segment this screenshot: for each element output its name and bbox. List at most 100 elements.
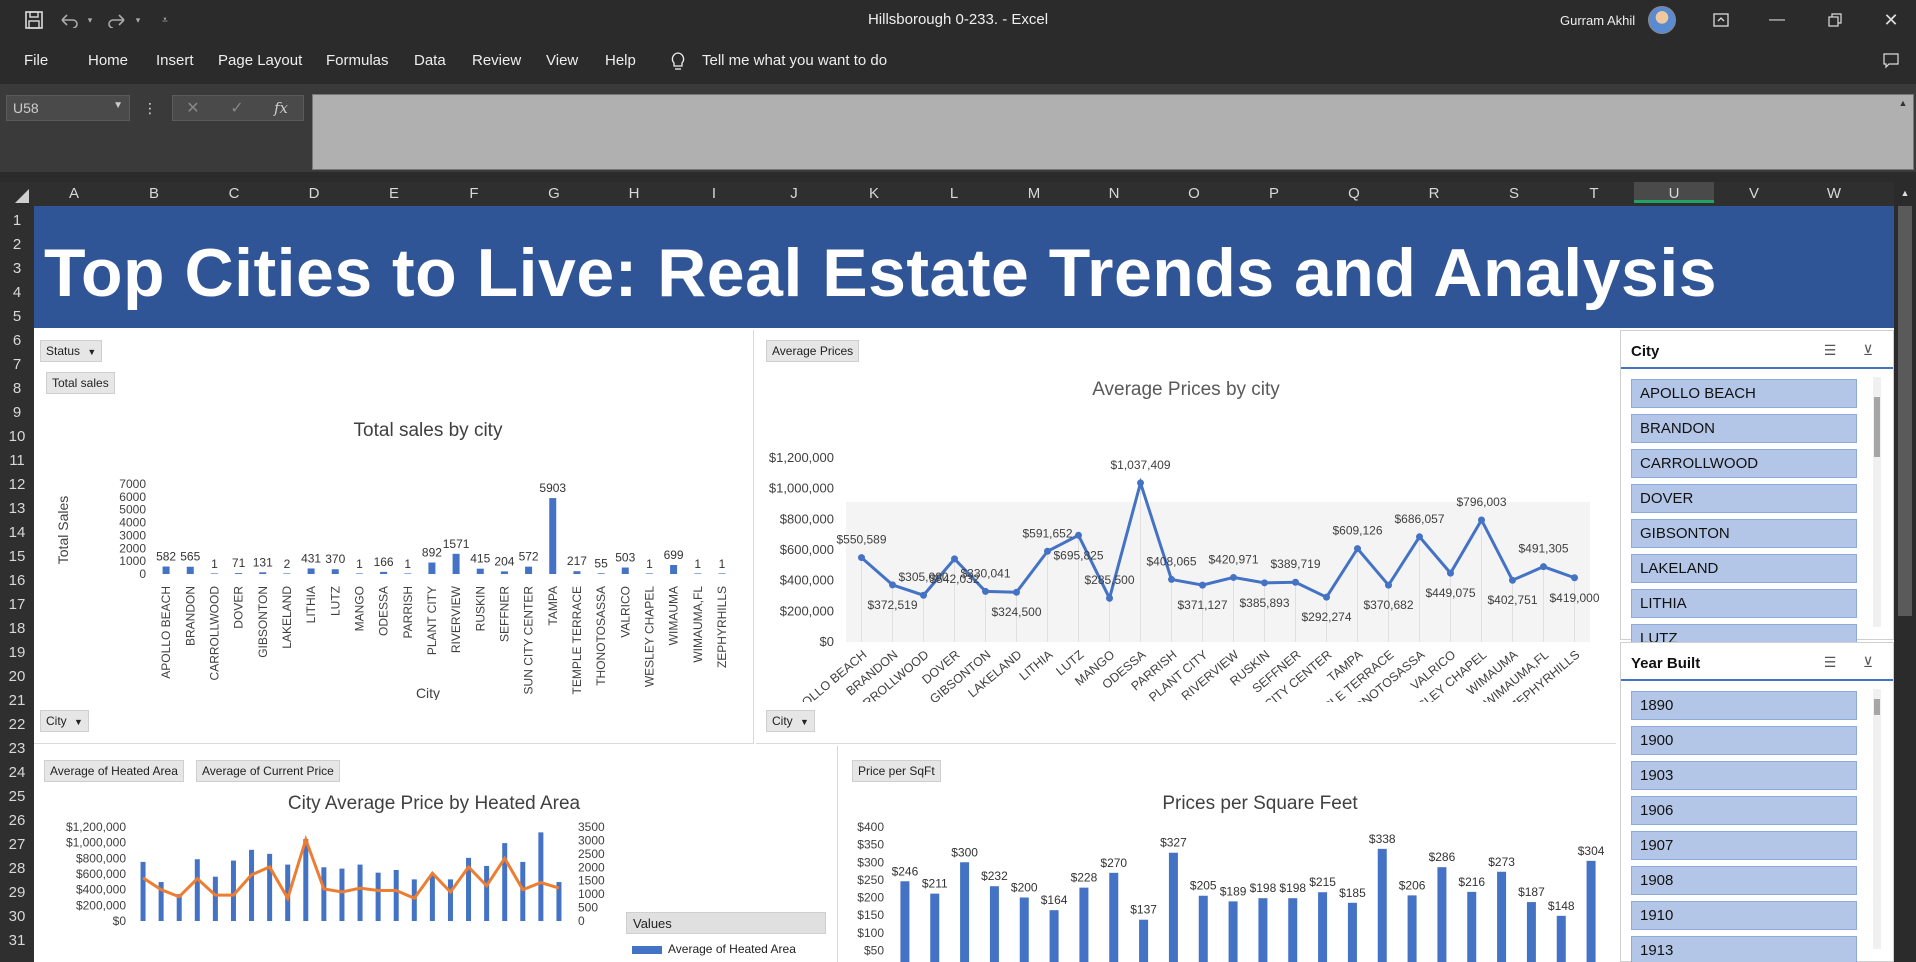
- formula-input[interactable]: [312, 94, 1914, 170]
- row-header[interactable]: 23: [0, 740, 34, 757]
- column-l[interactable]: L: [914, 185, 994, 202]
- year-slicer-item[interactable]: 1903: [1631, 761, 1857, 790]
- city-axis-button[interactable]: City ▼: [40, 710, 89, 732]
- vertical-scrollbar[interactable]: ▲: [1894, 182, 1916, 962]
- minimize-icon[interactable]: —: [1762, 8, 1792, 32]
- row-header[interactable]: 21: [0, 692, 34, 709]
- column-g[interactable]: G: [514, 185, 594, 202]
- avatar[interactable]: [1648, 6, 1676, 34]
- status-filter-button[interactable]: Status ▼: [40, 340, 103, 362]
- menu-insert[interactable]: Insert: [156, 52, 194, 69]
- insert-function-icon[interactable]: fx: [268, 96, 294, 120]
- column-b[interactable]: B: [114, 185, 194, 202]
- city-slicer-item[interactable]: DOVER: [1631, 484, 1857, 513]
- city-slicer-item[interactable]: CARROLLWOOD: [1631, 449, 1857, 478]
- price-sqft-field-button[interactable]: Price per SqFt: [852, 760, 941, 782]
- clear-filter-icon[interactable]: ⊻: [1857, 651, 1879, 673]
- chart-heated-area[interactable]: Average of Heated Area Average of Curren…: [34, 746, 838, 962]
- year-built-slicer[interactable]: Year Built ☰ ⊻ 1890 1900 1903 1906 1907 1908 1…: [1620, 642, 1894, 962]
- more-options-icon[interactable]: ⋮: [143, 96, 157, 120]
- row-header[interactable]: 31: [0, 932, 34, 949]
- row-header[interactable]: 18: [0, 620, 34, 637]
- column-k[interactable]: K: [834, 185, 914, 202]
- column-c[interactable]: C: [194, 185, 274, 202]
- column-d[interactable]: D: [274, 185, 354, 202]
- city-axis-button[interactable]: City ▼: [766, 710, 815, 732]
- row-header[interactable]: 25: [0, 788, 34, 805]
- row-header[interactable]: 17: [0, 596, 34, 613]
- column-u[interactable]: U: [1634, 182, 1714, 203]
- menu-data[interactable]: Data: [414, 52, 446, 69]
- row-header[interactable]: 7: [0, 356, 34, 373]
- row-header[interactable]: 26: [0, 812, 34, 829]
- city-slicer-item[interactable]: BRANDON: [1631, 414, 1857, 443]
- column-w[interactable]: W: [1794, 185, 1874, 202]
- name-box[interactable]: U58 ▼: [6, 95, 130, 121]
- column-i[interactable]: I: [674, 185, 754, 202]
- row-header[interactable]: 15: [0, 548, 34, 565]
- year-slicer-item[interactable]: 1906: [1631, 796, 1857, 825]
- total-sales-field-button[interactable]: Total sales: [46, 372, 115, 394]
- column-e[interactable]: E: [354, 185, 434, 202]
- menu-formulas[interactable]: Formulas: [326, 52, 389, 69]
- column-s[interactable]: S: [1474, 185, 1554, 202]
- current-price-field-button[interactable]: Average of Current Price: [196, 760, 340, 782]
- menu-file[interactable]: File: [24, 52, 48, 69]
- year-slicer-item[interactable]: 1890: [1631, 691, 1857, 720]
- enter-icon[interactable]: ✓: [224, 96, 250, 120]
- row-header[interactable]: 28: [0, 860, 34, 877]
- city-slicer-item[interactable]: LAKELAND: [1631, 554, 1857, 583]
- row-header[interactable]: 1: [0, 212, 34, 229]
- row-header[interactable]: 24: [0, 764, 34, 781]
- city-slicer-item[interactable]: GIBSONTON: [1631, 519, 1857, 548]
- year-slicer-item[interactable]: 1900: [1631, 726, 1857, 755]
- row-header[interactable]: 16: [0, 572, 34, 589]
- multi-select-icon[interactable]: ☰: [1819, 339, 1841, 361]
- slicer-scroll-thumb[interactable]: [1874, 699, 1880, 715]
- row-header[interactable]: 29: [0, 884, 34, 901]
- row-header[interactable]: 11: [0, 452, 34, 469]
- row-header[interactable]: 19: [0, 644, 34, 661]
- year-slicer-item[interactable]: 1908: [1631, 866, 1857, 895]
- collapse-formula-bar-icon[interactable]: ▲: [1896, 96, 1910, 110]
- tell-me-search[interactable]: Tell me what you want to do: [702, 52, 887, 69]
- chart-total-sales[interactable]: Status ▼ Total sales Total sales by city…: [34, 330, 754, 744]
- slicer-scroll-thumb[interactable]: [1874, 397, 1880, 457]
- scroll-up-icon[interactable]: ▲: [1898, 186, 1912, 200]
- average-prices-field-button[interactable]: Average Prices: [766, 340, 860, 362]
- user-name[interactable]: Gurram Akhil: [1560, 13, 1635, 28]
- column-q[interactable]: Q: [1314, 185, 1394, 202]
- clear-filter-icon[interactable]: ⊻: [1857, 339, 1879, 361]
- ribbon-display-icon[interactable]: [1708, 8, 1734, 32]
- row-header[interactable]: 5: [0, 308, 34, 325]
- scroll-thumb[interactable]: [1898, 206, 1912, 616]
- chart-average-prices[interactable]: Average Prices Average Prices by city $0 $…: [756, 330, 1616, 744]
- row-header[interactable]: 30: [0, 908, 34, 925]
- city-slicer[interactable]: City ☰ ⊻ APOLLO BEACH BRANDON CARROLLWOOD D…: [1620, 330, 1894, 653]
- menu-home[interactable]: Home: [88, 52, 128, 69]
- column-f[interactable]: F: [434, 185, 514, 202]
- row-header[interactable]: 6: [0, 332, 34, 349]
- menu-page-layout[interactable]: Page Layout: [218, 52, 302, 69]
- row-header[interactable]: 12: [0, 476, 34, 493]
- year-slicer-item[interactable]: 1913: [1631, 936, 1857, 962]
- city-slicer-item[interactable]: LITHIA: [1631, 589, 1857, 618]
- heated-area-field-button[interactable]: Average of Heated Area: [44, 760, 184, 782]
- cancel-icon[interactable]: ✕: [180, 96, 206, 120]
- row-header[interactable]: 9: [0, 404, 34, 421]
- menu-help[interactable]: Help: [605, 52, 636, 69]
- menu-view[interactable]: View: [546, 52, 578, 69]
- chevron-down-icon[interactable]: ▼: [113, 100, 123, 111]
- column-n[interactable]: N: [1074, 185, 1154, 202]
- row-header[interactable]: 4: [0, 284, 34, 301]
- chart-price-sqft[interactable]: Price per SqFt Prices per Square Feet $50…: [840, 746, 1616, 962]
- row-header[interactable]: 10: [0, 428, 34, 445]
- column-t[interactable]: T: [1554, 185, 1634, 202]
- close-icon[interactable]: ✕: [1876, 8, 1906, 32]
- column-p[interactable]: P: [1234, 185, 1314, 202]
- select-all-icon[interactable]: [14, 188, 30, 204]
- column-j[interactable]: J: [754, 185, 834, 202]
- column-h[interactable]: H: [594, 185, 674, 202]
- menu-review[interactable]: Review: [472, 52, 521, 69]
- column-v[interactable]: V: [1714, 185, 1794, 202]
